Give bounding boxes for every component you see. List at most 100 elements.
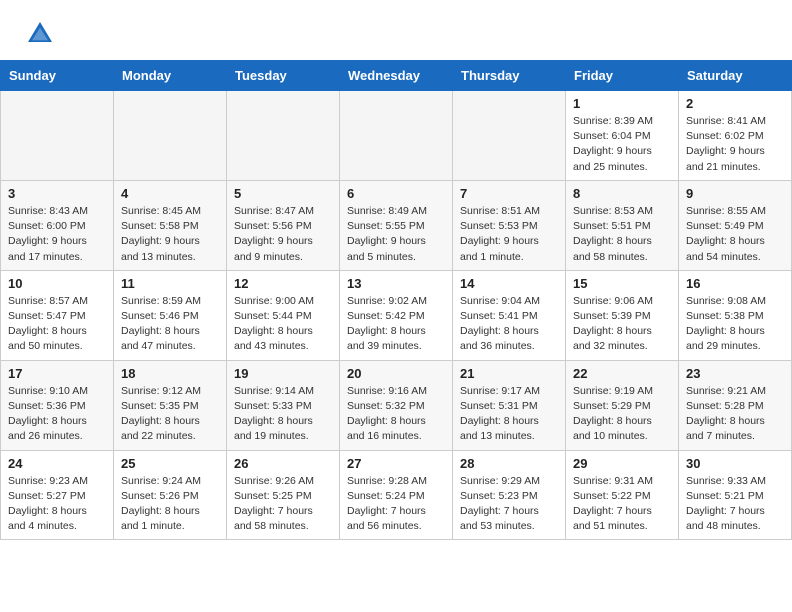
day-number: 16 xyxy=(686,276,784,291)
day-number: 10 xyxy=(8,276,106,291)
calendar-header-row: SundayMondayTuesdayWednesdayThursdayFrid… xyxy=(1,61,792,91)
day-number: 28 xyxy=(460,456,558,471)
calendar-header-wednesday: Wednesday xyxy=(340,61,453,91)
day-number: 4 xyxy=(121,186,219,201)
calendar-header-monday: Monday xyxy=(114,61,227,91)
day-number: 19 xyxy=(234,366,332,381)
calendar-day-cell: 8 Sunrise: 8:53 AM Sunset: 5:51 PM Daylig… xyxy=(566,180,679,270)
day-info: Sunrise: 8:49 AM Sunset: 5:55 PM Dayligh… xyxy=(347,204,445,265)
day-info: Sunrise: 9:10 AM Sunset: 5:36 PM Dayligh… xyxy=(8,384,106,445)
day-number: 27 xyxy=(347,456,445,471)
day-info: Sunrise: 9:19 AM Sunset: 5:29 PM Dayligh… xyxy=(573,384,671,445)
calendar-header-thursday: Thursday xyxy=(453,61,566,91)
calendar-day-cell: 11 Sunrise: 8:59 AM Sunset: 5:46 PM Dayli… xyxy=(114,270,227,360)
day-info: Sunrise: 8:41 AM Sunset: 6:02 PM Dayligh… xyxy=(686,114,784,175)
day-info: Sunrise: 9:23 AM Sunset: 5:27 PM Dayligh… xyxy=(8,474,106,535)
calendar-day-cell: 7 Sunrise: 8:51 AM Sunset: 5:53 PM Daylig… xyxy=(453,180,566,270)
day-number: 15 xyxy=(573,276,671,291)
day-info: Sunrise: 8:57 AM Sunset: 5:47 PM Dayligh… xyxy=(8,294,106,355)
calendar-day-cell: 10 Sunrise: 8:57 AM Sunset: 5:47 PM Dayli… xyxy=(1,270,114,360)
day-number: 13 xyxy=(347,276,445,291)
calendar-empty-cell xyxy=(1,91,114,181)
calendar-empty-cell xyxy=(114,91,227,181)
calendar-table: SundayMondayTuesdayWednesdayThursdayFrid… xyxy=(0,60,792,540)
day-number: 14 xyxy=(460,276,558,291)
day-number: 7 xyxy=(460,186,558,201)
calendar-day-cell: 24Sunrise: 9:23 AM Sunset: 5:27 PM Dayli… xyxy=(1,450,114,540)
calendar-day-cell: 25 Sunrise: 9:24 AM Sunset: 5:26 PM Dayli… xyxy=(114,450,227,540)
calendar-header-saturday: Saturday xyxy=(679,61,792,91)
calendar-empty-cell xyxy=(453,91,566,181)
day-info: Sunrise: 9:33 AM Sunset: 5:21 PM Dayligh… xyxy=(686,474,784,535)
day-info: Sunrise: 9:24 AM Sunset: 5:26 PM Dayligh… xyxy=(121,474,219,535)
day-number: 21 xyxy=(460,366,558,381)
day-number: 20 xyxy=(347,366,445,381)
calendar-day-cell: 16Sunrise: 9:08 AM Sunset: 5:38 PM Dayli… xyxy=(679,270,792,360)
day-number: 8 xyxy=(573,186,671,201)
logo-icon xyxy=(24,18,56,50)
calendar-day-cell: 5 Sunrise: 8:47 AM Sunset: 5:56 PM Daylig… xyxy=(227,180,340,270)
calendar-day-cell: 23 Sunrise: 9:21 AM Sunset: 5:28 PM Dayli… xyxy=(679,360,792,450)
calendar-day-cell: 4Sunrise: 8:45 AM Sunset: 5:58 PM Daylig… xyxy=(114,180,227,270)
calendar-day-cell: 19 Sunrise: 9:14 AM Sunset: 5:33 PM Dayli… xyxy=(227,360,340,450)
page-header xyxy=(0,0,792,60)
day-number: 17 xyxy=(8,366,106,381)
day-number: 2 xyxy=(686,96,784,111)
day-info: Sunrise: 9:16 AM Sunset: 5:32 PM Dayligh… xyxy=(347,384,445,445)
calendar-day-cell: 26 Sunrise: 9:26 AM Sunset: 5:25 PM Dayli… xyxy=(227,450,340,540)
calendar-header-friday: Friday xyxy=(566,61,679,91)
calendar-day-cell: 2 Sunrise: 8:41 AM Sunset: 6:02 PM Daylig… xyxy=(679,91,792,181)
day-info: Sunrise: 9:12 AM Sunset: 5:35 PM Dayligh… xyxy=(121,384,219,445)
day-number: 5 xyxy=(234,186,332,201)
calendar-day-cell: 21 Sunrise: 9:17 AM Sunset: 5:31 PM Dayli… xyxy=(453,360,566,450)
day-number: 1 xyxy=(573,96,671,111)
day-number: 26 xyxy=(234,456,332,471)
day-info: Sunrise: 8:39 AM Sunset: 6:04 PM Dayligh… xyxy=(573,114,671,175)
day-info: Sunrise: 8:59 AM Sunset: 5:46 PM Dayligh… xyxy=(121,294,219,355)
day-number: 18 xyxy=(121,366,219,381)
day-info: Sunrise: 9:31 AM Sunset: 5:22 PM Dayligh… xyxy=(573,474,671,535)
day-info: Sunrise: 9:02 AM Sunset: 5:42 PM Dayligh… xyxy=(347,294,445,355)
calendar-day-cell: 29 Sunrise: 9:31 AM Sunset: 5:22 PM Dayli… xyxy=(566,450,679,540)
calendar-day-cell: 17 Sunrise: 9:10 AM Sunset: 5:36 PM Dayli… xyxy=(1,360,114,450)
calendar-day-cell: 20 Sunrise: 9:16 AM Sunset: 5:32 PM Dayli… xyxy=(340,360,453,450)
day-info: Sunrise: 8:53 AM Sunset: 5:51 PM Dayligh… xyxy=(573,204,671,265)
day-number: 12 xyxy=(234,276,332,291)
calendar-day-cell: 27 Sunrise: 9:28 AM Sunset: 5:24 PM Dayli… xyxy=(340,450,453,540)
day-info: Sunrise: 9:06 AM Sunset: 5:39 PM Dayligh… xyxy=(573,294,671,355)
calendar-day-cell: 12Sunrise: 9:00 AM Sunset: 5:44 PM Dayli… xyxy=(227,270,340,360)
day-number: 29 xyxy=(573,456,671,471)
calendar-week-row: 10 Sunrise: 8:57 AM Sunset: 5:47 PM Dayli… xyxy=(1,270,792,360)
day-number: 9 xyxy=(686,186,784,201)
calendar-week-row: 17 Sunrise: 9:10 AM Sunset: 5:36 PM Dayli… xyxy=(1,360,792,450)
day-info: Sunrise: 9:14 AM Sunset: 5:33 PM Dayligh… xyxy=(234,384,332,445)
day-info: Sunrise: 9:04 AM Sunset: 5:41 PM Dayligh… xyxy=(460,294,558,355)
day-info: Sunrise: 8:47 AM Sunset: 5:56 PM Dayligh… xyxy=(234,204,332,265)
calendar-empty-cell xyxy=(227,91,340,181)
day-info: Sunrise: 8:55 AM Sunset: 5:49 PM Dayligh… xyxy=(686,204,784,265)
calendar-week-row: 1 Sunrise: 8:39 AM Sunset: 6:04 PM Daylig… xyxy=(1,91,792,181)
calendar-day-cell: 6Sunrise: 8:49 AM Sunset: 5:55 PM Daylig… xyxy=(340,180,453,270)
day-info: Sunrise: 9:17 AM Sunset: 5:31 PM Dayligh… xyxy=(460,384,558,445)
calendar-day-cell: 22Sunrise: 9:19 AM Sunset: 5:29 PM Dayli… xyxy=(566,360,679,450)
day-info: Sunrise: 9:29 AM Sunset: 5:23 PM Dayligh… xyxy=(460,474,558,535)
calendar-day-cell: 30 Sunrise: 9:33 AM Sunset: 5:21 PM Dayli… xyxy=(679,450,792,540)
day-info: Sunrise: 9:21 AM Sunset: 5:28 PM Dayligh… xyxy=(686,384,784,445)
calendar-day-cell: 3Sunrise: 8:43 AM Sunset: 6:00 PM Daylig… xyxy=(1,180,114,270)
calendar-day-cell: 9 Sunrise: 8:55 AM Sunset: 5:49 PM Daylig… xyxy=(679,180,792,270)
calendar-week-row: 3Sunrise: 8:43 AM Sunset: 6:00 PM Daylig… xyxy=(1,180,792,270)
calendar-header-sunday: Sunday xyxy=(1,61,114,91)
day-number: 25 xyxy=(121,456,219,471)
calendar-day-cell: 28 Sunrise: 9:29 AM Sunset: 5:23 PM Dayli… xyxy=(453,450,566,540)
calendar-week-row: 24Sunrise: 9:23 AM Sunset: 5:27 PM Dayli… xyxy=(1,450,792,540)
calendar-day-cell: 1 Sunrise: 8:39 AM Sunset: 6:04 PM Daylig… xyxy=(566,91,679,181)
day-number: 30 xyxy=(686,456,784,471)
calendar-day-cell: 15 Sunrise: 9:06 AM Sunset: 5:39 PM Dayli… xyxy=(566,270,679,360)
calendar-day-cell: 18 Sunrise: 9:12 AM Sunset: 5:35 PM Dayli… xyxy=(114,360,227,450)
day-number: 23 xyxy=(686,366,784,381)
day-info: Sunrise: 9:26 AM Sunset: 5:25 PM Dayligh… xyxy=(234,474,332,535)
day-info: Sunrise: 9:28 AM Sunset: 5:24 PM Dayligh… xyxy=(347,474,445,535)
day-number: 3 xyxy=(8,186,106,201)
day-info: Sunrise: 8:51 AM Sunset: 5:53 PM Dayligh… xyxy=(460,204,558,265)
day-number: 11 xyxy=(121,276,219,291)
